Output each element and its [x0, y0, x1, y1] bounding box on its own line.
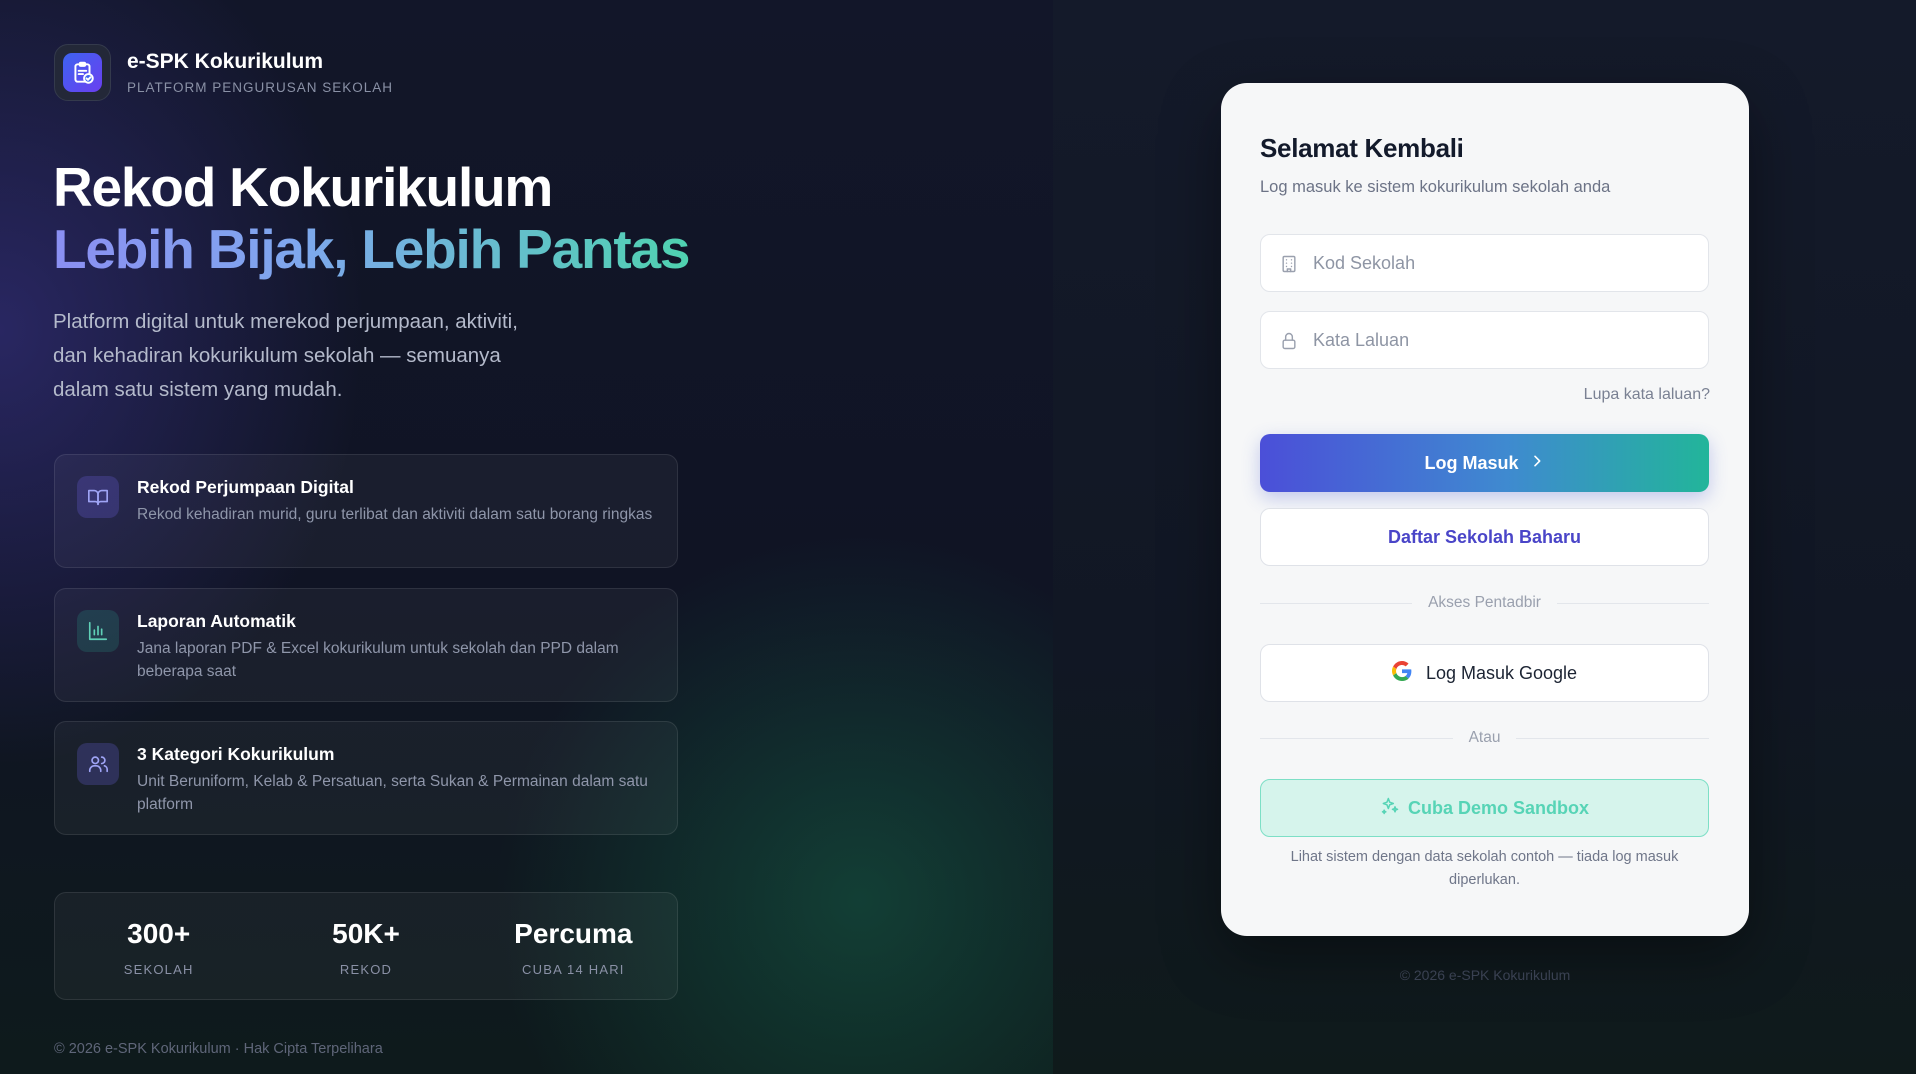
stat-value: 50K+	[332, 918, 400, 949]
book-open-icon	[77, 476, 119, 518]
password-input[interactable]	[1313, 312, 1693, 368]
sparkles-icon	[1380, 796, 1400, 821]
hero-panel: e-SPK Kokurikulum PLATFORM PENGURUSAN SE…	[0, 0, 1053, 1074]
card-footer-copyright: © 2026 e-SPK Kokurikulum	[1399, 967, 1571, 983]
login-button-label: Log Masuk	[1424, 452, 1519, 473]
google-icon	[1391, 660, 1412, 686]
forgot-password-link[interactable]: Lupa kata laluan?	[1584, 386, 1710, 404]
demo-sandbox-button[interactable]: Cuba Demo Sandbox	[1260, 779, 1709, 837]
login-button[interactable]: Log Masuk	[1260, 434, 1709, 492]
google-login-button[interactable]: Log Masuk Google	[1260, 644, 1709, 702]
feature-description: Rekod kehadiran murid, guru terlibat dan…	[137, 506, 653, 523]
hero-title-line1: Rekod Kokurikulum	[53, 156, 553, 218]
login-card: Selamat Kembali Log masuk ke sistem koku…	[1221, 83, 1749, 936]
school-code-field	[1260, 234, 1709, 292]
stat-label: CUBA 14 HARI	[522, 962, 625, 977]
login-title: Selamat Kembali	[1260, 133, 1464, 163]
feature-card-categories: 3 Kategori Kokurikulum Unit Beruniform, …	[54, 721, 678, 835]
clipboard-check-icon	[63, 53, 102, 92]
hero-title-line2: Lebih Bijak, Lebih Pantas	[53, 218, 690, 280]
feature-title: 3 Kategori Kokurikulum	[137, 744, 335, 764]
building-icon	[1279, 254, 1299, 274]
hero-heading: Rekod Kokurikulum Lebih Bijak, Lebih Pan…	[53, 156, 690, 280]
school-code-input[interactable]	[1313, 235, 1693, 291]
google-button-label: Log Masuk Google	[1425, 662, 1578, 683]
admin-access-divider: Akses Pentadbir	[1260, 593, 1709, 613]
divider-label: Akses Pentadbir	[1428, 594, 1541, 611]
footer-copyright: © 2026 e-SPK Kokurikulum · Hak Cipta Ter…	[54, 1041, 383, 1057]
feature-title: Laporan Automatik	[137, 611, 296, 631]
demo-note: Lihat sistem dengan data sekolah contoh …	[1290, 849, 1679, 888]
users-icon	[77, 743, 119, 785]
lock-icon	[1279, 331, 1299, 351]
stat-value: 300+	[127, 918, 191, 949]
register-school-button[interactable]: Daftar Sekolah Baharu	[1260, 508, 1709, 566]
stat-records: 50K+ REKOD	[262, 893, 469, 999]
app-logo	[54, 44, 111, 101]
feature-description: Unit Beruniform, Kelab & Persatuan, sert…	[137, 773, 648, 813]
chevron-right-icon	[1529, 453, 1545, 474]
stat-label: SEKOLAH	[123, 962, 194, 977]
stats-panel: 300+ SEKOLAH 50K+ REKOD Percuma CUBA 14 …	[54, 892, 678, 1000]
divider-label: Atau	[1468, 729, 1501, 746]
feature-card-auto-reports: Laporan Automatik Jana laporan PDF & Exc…	[54, 588, 678, 702]
demo-button-label: Cuba Demo Sandbox	[1407, 797, 1590, 818]
password-field	[1260, 311, 1709, 369]
or-divider: Atau	[1260, 728, 1710, 748]
feature-title: Rekod Perjumpaan Digital	[137, 477, 354, 497]
stat-value: Percuma	[514, 918, 633, 949]
login-subtitle: Log masuk ke sistem kokurikulum sekolah …	[1260, 178, 1611, 196]
hero-description: Platform digital untuk merekod perjumpaa…	[53, 310, 518, 401]
brand: e-SPK Kokurikulum PLATFORM PENGURUSAN SE…	[54, 44, 393, 101]
brand-title: e-SPK Kokurikulum	[127, 50, 324, 73]
bar-chart-icon	[77, 610, 119, 652]
brand-subtitle: PLATFORM PENGURUSAN SEKOLAH	[127, 80, 394, 95]
stat-free-trial: Percuma CUBA 14 HARI	[470, 893, 677, 999]
feature-card-meeting-records: Rekod Perjumpaan Digital Rekod kehadiran…	[54, 454, 678, 568]
feature-description: Jana laporan PDF & Excel kokurikulum unt…	[137, 640, 619, 680]
stat-schools: 300+ SEKOLAH	[55, 893, 262, 999]
stat-label: REKOD	[339, 962, 393, 977]
